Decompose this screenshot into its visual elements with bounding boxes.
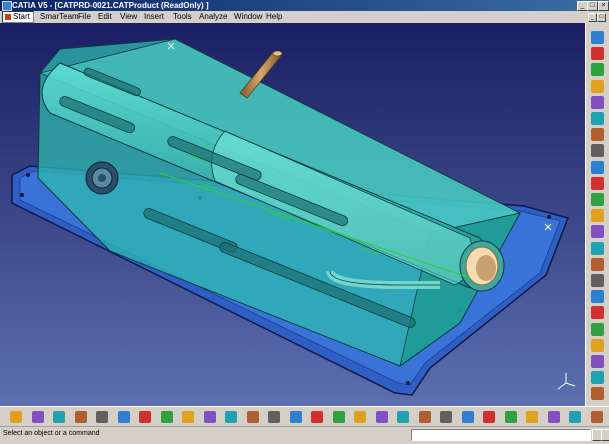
close-window-button[interactable]: × [598, 1, 609, 11]
iso-view-icon[interactable] [160, 411, 173, 423]
distance-icon[interactable] [440, 411, 452, 423]
bom-icon[interactable] [289, 411, 302, 423]
generate-numbering-icon[interactable] [591, 160, 604, 174]
status-message: Select an object or a command [3, 430, 100, 437]
clash-icon[interactable] [397, 411, 409, 423]
menu-smarteam[interactable]: SmarTeam [40, 11, 79, 23]
multi-instantiation-icon[interactable] [591, 209, 604, 223]
maximize-window-button[interactable]: □ [587, 1, 598, 11]
pan-icon[interactable] [53, 411, 65, 423]
window-title: CATIA V5 - [CATPRD-0021.CATProduct (Read… [12, 1, 209, 10]
select-icon[interactable] [591, 47, 604, 61]
vent-port[interactable] [85, 161, 119, 195]
menu-file[interactable]: File [78, 11, 91, 23]
shading-icon[interactable] [182, 411, 194, 423]
bottom-toolbar [0, 406, 609, 427]
existing-component-icon[interactable] [591, 112, 604, 125]
coincidence-icon[interactable] [591, 322, 604, 336]
scenes-icon[interactable] [332, 411, 345, 423]
fast-multi-instantiation-icon[interactable] [591, 225, 604, 239]
rotate-icon[interactable] [74, 411, 87, 423]
mdi-minimize-button[interactable]: _ [588, 13, 597, 22]
command-input[interactable] [411, 429, 591, 441]
menu-start[interactable]: Start [2, 11, 34, 23]
compass-icon[interactable] [569, 411, 581, 423]
menu-help[interactable]: Help [266, 11, 282, 23]
space-analysis-icon[interactable] [375, 411, 388, 423]
menu-window[interactable]: Window [234, 11, 262, 23]
swap-visible-icon[interactable] [225, 411, 237, 423]
publication-icon[interactable] [547, 411, 560, 423]
menu-bar: Start SmarTeam File Edit View Insert Too… [0, 11, 585, 23]
menu-view[interactable]: View [120, 11, 137, 23]
component-icon[interactable] [591, 79, 604, 93]
reorder-tree-icon[interactable] [591, 241, 604, 255]
hide-show-icon[interactable] [203, 411, 216, 423]
fit-all-icon[interactable] [31, 411, 44, 423]
new-component-icon[interactable] [591, 95, 604, 109]
pipe-opening[interactable] [459, 240, 505, 292]
catia-logo-icon[interactable] [591, 387, 604, 401]
menu-insert[interactable]: Insert [144, 11, 164, 23]
measure-icon[interactable] [246, 411, 259, 423]
title-bar: CATIA V5 - [CATPRD-0021.CATProduct (Read… [0, 0, 609, 11]
product-structure-icon[interactable] [591, 31, 604, 44]
snapshot-icon[interactable] [354, 411, 366, 423]
status-bar: Select an object or a command [0, 426, 609, 444]
sectioning-icon[interactable] [418, 411, 431, 423]
catia-app-icon[interactable] [2, 1, 12, 11]
menu-analyze[interactable]: Analyze [199, 11, 227, 23]
3d-viewport[interactable] [0, 23, 585, 406]
snap-icon[interactable] [591, 274, 604, 287]
sketcher-icon[interactable] [10, 411, 22, 423]
angle-icon[interactable] [591, 371, 604, 385]
3d-model-view[interactable] [0, 23, 585, 406]
offset-icon[interactable] [591, 355, 604, 368]
help-icon[interactable] [590, 411, 603, 423]
normal-view-icon[interactable] [139, 411, 151, 423]
manage-representations-icon[interactable] [591, 193, 604, 206]
graph-tree-icon[interactable] [591, 144, 604, 158]
contact-icon[interactable] [591, 338, 604, 352]
update-icon[interactable] [311, 411, 323, 423]
command-history-button[interactable] [601, 429, 609, 441]
catalog-icon[interactable] [268, 411, 280, 423]
replace-icon[interactable] [591, 128, 604, 142]
move-icon[interactable] [591, 257, 604, 271]
fix-icon[interactable] [591, 306, 604, 320]
right-toolbar [585, 23, 609, 406]
mdi-restore-button[interactable]: □ [597, 13, 606, 22]
selective-load-icon[interactable] [591, 176, 604, 190]
zoom-in-icon[interactable] [96, 411, 108, 423]
zoom-out-icon[interactable] [117, 411, 130, 423]
hyperlink-icon[interactable] [483, 411, 495, 423]
constraint-icon[interactable] [591, 290, 604, 304]
annotation-icon[interactable] [461, 411, 474, 423]
tree-icon[interactable] [526, 411, 538, 423]
plane-icon[interactable] [591, 63, 604, 77]
menu-tools[interactable]: Tools [173, 11, 192, 23]
weld-icon[interactable] [504, 411, 517, 423]
menu-edit[interactable]: Edit [98, 11, 112, 23]
